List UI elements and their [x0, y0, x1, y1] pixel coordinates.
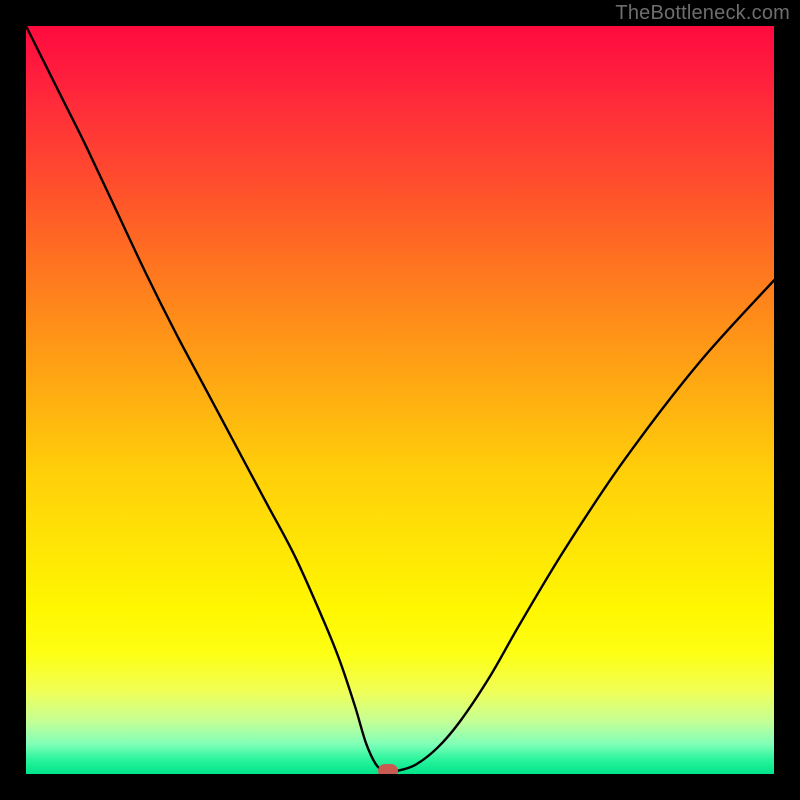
watermark-text: TheBottleneck.com	[615, 2, 790, 25]
bottleneck-curve	[26, 26, 774, 774]
plot-area	[26, 26, 774, 774]
chart-frame: TheBottleneck.com	[0, 0, 800, 800]
optimal-point-marker	[378, 764, 398, 774]
